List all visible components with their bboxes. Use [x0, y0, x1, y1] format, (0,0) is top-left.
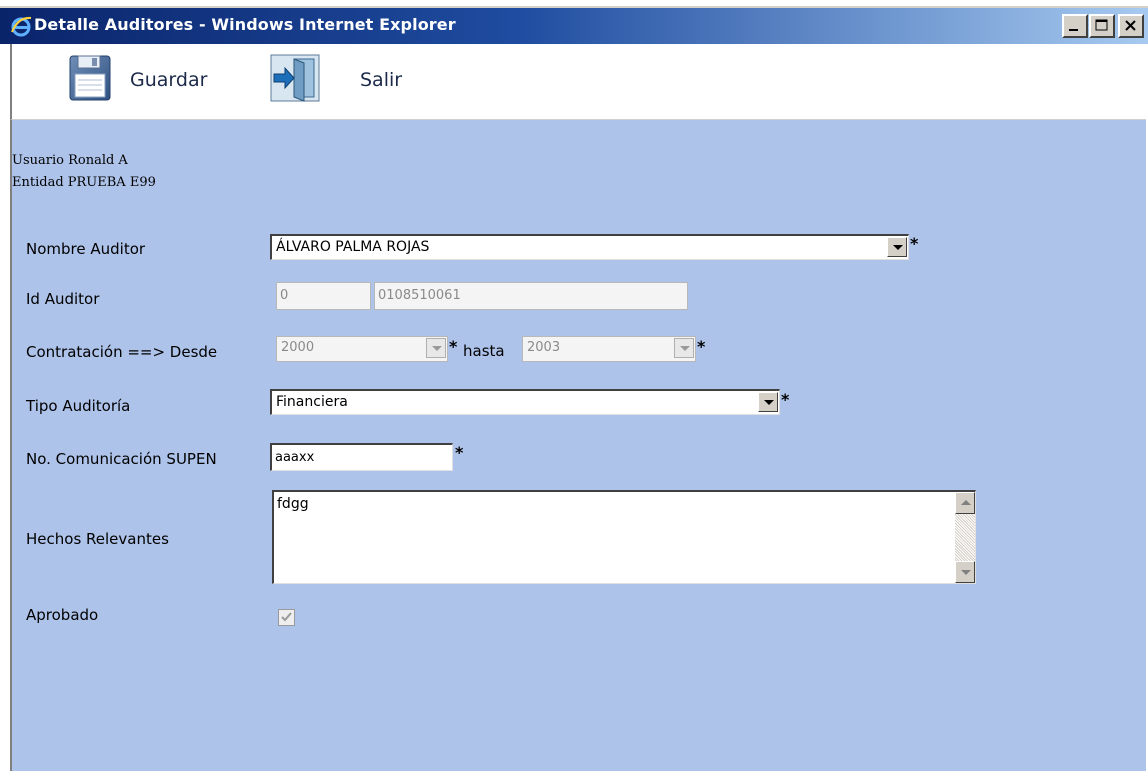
- entity-line: Entidad PRUEBA E99: [12, 175, 156, 190]
- close-button[interactable]: [1118, 14, 1144, 38]
- title-bar[interactable]: Detalle Auditores - Windows Internet Exp…: [0, 6, 1148, 44]
- nombre-auditor-select[interactable]: ÁLVARO PALMA ROJAS: [270, 234, 909, 260]
- contratacion-desde-select[interactable]: 2000: [276, 336, 448, 362]
- contratacion-hasta-select[interactable]: 2003: [522, 336, 696, 362]
- checkmark-icon: [281, 612, 292, 622]
- chevron-down-icon[interactable]: [674, 338, 694, 358]
- chevron-down-icon[interactable]: [758, 392, 778, 412]
- user-info: Usuario Ronald A Entidad PRUEBA E99: [12, 150, 156, 194]
- toolbar: Guardar Salir: [10, 44, 1146, 120]
- exit-button[interactable]: Salir: [270, 52, 402, 108]
- user-line: Usuario Ronald A: [12, 153, 128, 168]
- aprobado-checkbox[interactable]: [278, 609, 295, 626]
- contratacion-hasta-value: 2003: [527, 340, 561, 355]
- tipo-auditoria-label: Tipo Auditoría: [26, 397, 131, 415]
- save-label: Guardar: [130, 69, 208, 91]
- exit-label: Salir: [360, 69, 403, 91]
- tipo-auditoria-value: Financiera: [276, 394, 348, 410]
- scroll-up-arrow-icon[interactable]: [955, 492, 975, 514]
- internet-explorer-icon: [10, 15, 32, 37]
- nombre-auditor-value: ÁLVARO PALMA ROJAS: [276, 239, 430, 255]
- exit-door-icon: [270, 54, 320, 106]
- hechos-relevantes-textarea[interactable]: fdgg: [272, 490, 976, 584]
- id-auditor-type-field[interactable]: 0: [276, 282, 371, 310]
- textarea-scrollbar[interactable]: [955, 492, 975, 583]
- required-marker: *: [697, 337, 706, 356]
- hechos-relevantes-label: Hechos Relevantes: [26, 530, 169, 548]
- minimize-button[interactable]: [1062, 14, 1088, 38]
- id-auditor-number-field[interactable]: 0108510061: [374, 282, 688, 310]
- nombre-auditor-label: Nombre Auditor: [26, 240, 146, 258]
- id-auditor-label: Id Auditor: [26, 290, 100, 308]
- save-button[interactable]: Guardar: [68, 52, 207, 108]
- required-marker: *: [781, 390, 790, 409]
- window-title: Detalle Auditores - Windows Internet Exp…: [34, 15, 456, 34]
- no-comunicacion-field[interactable]: aaaxx: [270, 443, 453, 471]
- contratacion-label: Contratación ==> Desde: [26, 343, 218, 361]
- floppy-disk-icon: [68, 52, 112, 108]
- required-marker: *: [910, 234, 919, 253]
- required-marker: *: [449, 337, 458, 356]
- hasta-label: hasta: [463, 342, 505, 360]
- no-comunicacion-label: No. Comunicación SUPEN: [26, 450, 217, 468]
- maximize-button[interactable]: [1089, 14, 1115, 38]
- form-area: Usuario Ronald A Entidad PRUEBA E99 Nomb…: [10, 120, 1146, 771]
- required-marker: *: [455, 443, 464, 462]
- tipo-auditoria-select[interactable]: Financiera: [270, 389, 780, 415]
- contratacion-desde-value: 2000: [281, 340, 315, 355]
- chevron-down-icon[interactable]: [426, 338, 446, 358]
- window-controls: [1062, 14, 1144, 38]
- hechos-relevantes-value: fdgg: [277, 496, 309, 512]
- chevron-down-icon[interactable]: [887, 237, 907, 257]
- aprobado-label: Aprobado: [26, 606, 99, 624]
- scroll-down-arrow-icon[interactable]: [955, 561, 975, 583]
- ie-window: Detalle Auditores - Windows Internet Exp…: [0, 0, 1148, 771]
